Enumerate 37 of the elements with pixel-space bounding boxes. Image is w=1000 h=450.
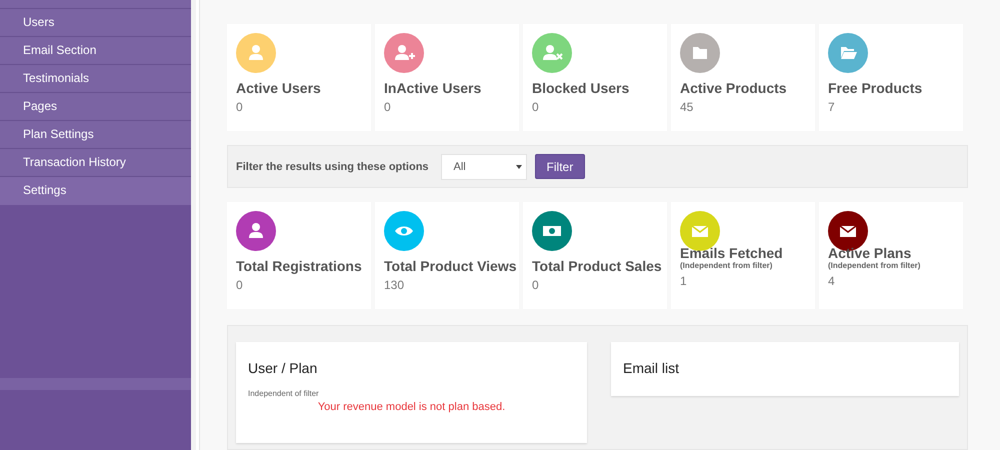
stat-title: Free Products	[828, 80, 922, 96]
stat-value: 0	[236, 100, 243, 114]
stat-title: Total Registrations	[236, 258, 362, 274]
stat-title: Blocked Users	[532, 80, 630, 96]
filter-button[interactable]: Filter	[534, 154, 586, 179]
stat-title: Active Plans	[828, 246, 912, 260]
stat-value: 45	[680, 100, 694, 114]
caret-icon	[516, 164, 522, 168]
stat-title: Total Product Views	[384, 258, 517, 274]
stat-value: 7	[828, 100, 835, 114]
stat-value: 0	[384, 100, 391, 114]
stat-title: InActive Users	[384, 80, 482, 96]
stat-value: 1	[680, 274, 687, 288]
stat-note: (Independent from filter)	[828, 261, 920, 270]
stat-title: Active Users	[236, 80, 321, 96]
filter-label: Filter the results using these options	[236, 160, 429, 172]
error-message: Your revenue model is not plan based.	[316, 401, 506, 413]
panel-note: Independent of filter	[248, 389, 320, 398]
stat-title: Active Products	[680, 80, 787, 96]
stat-value: 4	[828, 274, 835, 288]
stat-note: (Independent from filter)	[680, 261, 772, 270]
sidebar-item[interactable]: Settings	[0, 177, 191, 205]
stat-value: 0	[532, 100, 539, 114]
sidebar-item[interactable]: Testimonials	[0, 65, 191, 93]
panel-title: User / Plan	[248, 360, 318, 376]
stat-value: 0	[236, 278, 243, 292]
sidebar-item[interactable]: Plan Settings	[0, 121, 191, 149]
stat-value: 130	[384, 278, 404, 292]
sidebar-item[interactable]: Pages	[0, 93, 191, 121]
stat-title: Emails Fetched	[680, 246, 783, 260]
sidebar-item[interactable]: Users	[0, 9, 191, 37]
panel-title: Email list	[623, 360, 680, 376]
stat-value: 0	[532, 278, 539, 292]
filter-select[interactable]: All	[440, 154, 527, 180]
stat-title: Total Product Sales	[532, 258, 662, 274]
sidebar-item[interactable]: Transaction History	[0, 149, 191, 177]
sidebar-item[interactable]: Email Section	[0, 37, 191, 65]
